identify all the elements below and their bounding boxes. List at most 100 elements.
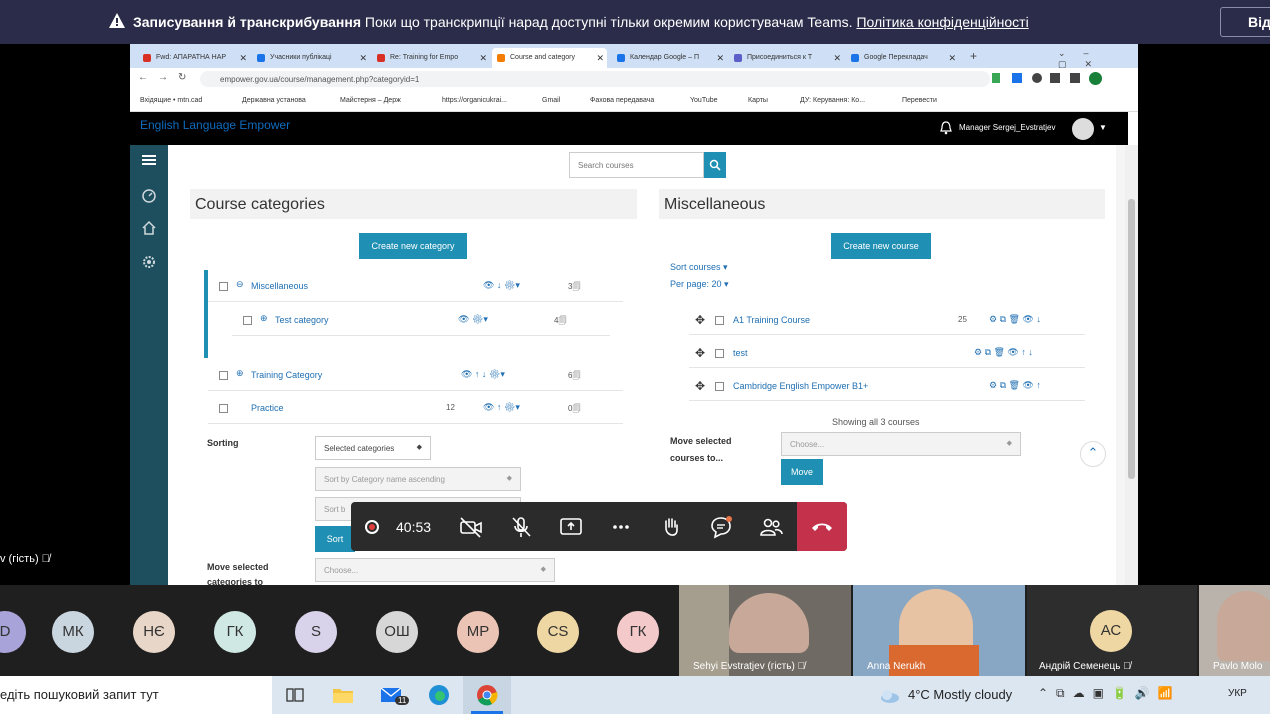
per-page-menu[interactable]: Per page: 20 ▾ bbox=[670, 279, 729, 290]
sorting-select[interactable]: Selected categories ◆ bbox=[315, 436, 431, 460]
course-checkbox[interactable] bbox=[715, 382, 724, 391]
category-checkbox[interactable] bbox=[243, 316, 252, 325]
chrome-taskbar-button[interactable] bbox=[463, 676, 511, 714]
bell-icon[interactable] bbox=[940, 121, 952, 135]
participants-icon[interactable] bbox=[758, 514, 784, 540]
weather-icon[interactable] bbox=[878, 685, 902, 705]
bookmark[interactable]: ДУ: Керування: Ко... bbox=[800, 97, 865, 104]
participant-video[interactable]: Pavlo Molo bbox=[1199, 585, 1270, 676]
browser-tab-active[interactable]: Course and category ✕ bbox=[492, 48, 607, 68]
tab-close-icon[interactable]: ✕ bbox=[239, 53, 247, 64]
scrollbar-thumb[interactable] bbox=[1128, 199, 1135, 479]
move-handle-icon[interactable]: ✥ bbox=[695, 313, 705, 327]
category-link[interactable]: Miscellaneous bbox=[251, 281, 308, 291]
avatar[interactable] bbox=[1072, 118, 1094, 140]
window-controls-icon[interactable]: ⌄–▢✕ bbox=[1058, 48, 1138, 70]
category-row[interactable]: Practice 12 👁 ↑ ⚙▾ 0🗐 bbox=[208, 392, 623, 424]
participant-video[interactable]: Sehyi Evstratjev (гість) 🎙̸ bbox=[679, 585, 851, 676]
participant-avatar[interactable]: D bbox=[0, 611, 26, 653]
hamburger-icon[interactable] bbox=[142, 155, 156, 165]
participant-avatar[interactable]: S bbox=[295, 611, 337, 653]
bookmark[interactable]: Державна установа bbox=[242, 97, 306, 104]
tab-close-icon[interactable]: ✕ bbox=[596, 53, 604, 64]
category-row[interactable]: ⊕ Test category 👁 ⚙▾ 4🗐 bbox=[232, 304, 610, 336]
mic-off-icon[interactable] bbox=[508, 514, 534, 540]
browser-tab[interactable]: Re: Training for Empo ✕ bbox=[372, 48, 490, 68]
course-actions-icon[interactable]: ⚙ ⧉ 🗑 👁 ↑ ↓ bbox=[974, 347, 1033, 358]
participant-video[interactable]: Anna Nerukh bbox=[853, 585, 1025, 676]
weather-text[interactable]: 4°C Mostly cloudy bbox=[908, 687, 1012, 702]
course-link[interactable]: test bbox=[733, 348, 748, 358]
row-actions-icon[interactable]: 👁 ↑ ⚙▾ bbox=[483, 402, 520, 413]
tab-close-icon[interactable]: ✕ bbox=[716, 53, 724, 64]
home-icon[interactable] bbox=[141, 220, 157, 236]
search-button[interactable] bbox=[704, 152, 726, 178]
participant-avatar[interactable]: ОШ bbox=[376, 611, 418, 653]
participant-tile[interactable]: АС Андрій Семенець 🎙̸ bbox=[1027, 585, 1197, 676]
move-handle-icon[interactable]: ✥ bbox=[695, 379, 705, 393]
browser-tab[interactable]: Fwd: АПАРАТНА НАР ✕ bbox=[138, 48, 250, 68]
tab-close-icon[interactable]: ✕ bbox=[479, 53, 487, 64]
participant-avatar[interactable]: НЄ bbox=[133, 611, 175, 653]
row-actions-icon[interactable]: 👁 ↑ ↓ ⚙▾ bbox=[461, 369, 505, 380]
course-search-input[interactable]: Search courses bbox=[569, 152, 704, 178]
bookmark[interactable]: https://organicukrai... bbox=[442, 97, 507, 104]
category-checkbox[interactable] bbox=[219, 371, 228, 380]
leave-call-button[interactable] bbox=[797, 502, 847, 551]
create-course-button[interactable]: Create new course bbox=[831, 233, 931, 259]
dismiss-button[interactable]: Від bbox=[1220, 7, 1270, 37]
tab-close-icon[interactable]: ✕ bbox=[948, 53, 956, 64]
new-tab-icon[interactable]: + bbox=[970, 49, 977, 63]
move-categories-select[interactable]: Choose... ◆ bbox=[315, 558, 555, 582]
dashboard-icon[interactable] bbox=[141, 187, 157, 203]
course-checkbox[interactable] bbox=[715, 316, 724, 325]
category-row[interactable]: ⊕ Training Category 👁 ↑ ↓ ⚙▾ 6🗐 bbox=[208, 359, 623, 391]
bookmark[interactable]: YouTube bbox=[690, 97, 718, 104]
raise-hand-icon[interactable] bbox=[658, 514, 684, 540]
bookmark[interactable]: Карты bbox=[748, 97, 768, 104]
url-input[interactable]: empower.gov.ua/course/management.php?cat… bbox=[200, 71, 990, 87]
move-courses-select[interactable]: Choose... ◆ bbox=[781, 432, 1021, 456]
file-explorer-icon[interactable] bbox=[330, 682, 356, 708]
expand-icon[interactable]: ⊕ bbox=[260, 313, 268, 324]
participant-avatar[interactable]: CS bbox=[537, 611, 579, 653]
row-actions-icon[interactable]: 👁 ⚙▾ bbox=[458, 314, 488, 325]
create-category-button[interactable]: Create new category bbox=[359, 233, 467, 259]
bookmark[interactable]: Фахова передавача bbox=[590, 97, 654, 104]
sort-by-select[interactable]: Sort by Category name ascending ◆ bbox=[315, 467, 521, 491]
browser-tab[interactable]: Учасники публікаці ✕ bbox=[252, 48, 370, 68]
chat-icon[interactable] bbox=[708, 514, 734, 540]
nav-buttons-icon[interactable]: ←→↻ bbox=[138, 72, 196, 83]
course-row[interactable]: ✥ A1 Training Course 25 ⚙ ⧉ 🗑 👁 ↓ bbox=[689, 303, 1085, 335]
page-scrollbar[interactable] bbox=[1125, 145, 1138, 585]
participant-avatar[interactable]: МР bbox=[457, 611, 499, 653]
category-checkbox[interactable] bbox=[219, 282, 228, 291]
bookmark[interactable]: Gmail bbox=[542, 97, 560, 104]
course-actions-icon[interactable]: ⚙ ⧉ 🗑 👁 ↓ bbox=[989, 314, 1041, 325]
privacy-link[interactable]: Політика конфіденційності bbox=[856, 14, 1028, 30]
course-checkbox[interactable] bbox=[715, 349, 724, 358]
user-menu[interactable]: Manager Sergej_Evstratjev bbox=[959, 123, 1056, 132]
participant-avatar[interactable]: ГК bbox=[214, 611, 256, 653]
browser-tab[interactable]: Присоединиться к Т ✕ bbox=[729, 48, 844, 68]
category-link[interactable]: Training Category bbox=[251, 370, 322, 380]
extensions-icon[interactable] bbox=[992, 72, 1112, 85]
course-actions-icon[interactable]: ⚙ ⧉ 🗑 👁 ↑ bbox=[989, 380, 1041, 391]
gear-icon[interactable] bbox=[141, 254, 157, 270]
bookmark[interactable]: Майстерня – Держ bbox=[340, 97, 401, 104]
browser-tab[interactable]: Календар Google – П ✕ bbox=[612, 48, 727, 68]
sort-courses-menu[interactable]: Sort courses ▾ bbox=[670, 262, 728, 273]
move-button[interactable]: Move bbox=[781, 459, 823, 485]
bookmark[interactable]: Вхідящие • mtn.cad bbox=[140, 97, 202, 104]
tab-close-icon[interactable]: ✕ bbox=[833, 53, 841, 64]
collapse-icon[interactable]: ⊖ bbox=[236, 279, 244, 290]
category-link[interactable]: Practice bbox=[251, 403, 284, 413]
bookmark[interactable]: Перевести bbox=[902, 97, 937, 104]
taskbar-search-input[interactable]: едіть пошуковий запит тут bbox=[0, 676, 272, 714]
chevron-down-icon[interactable]: ▼ bbox=[1099, 123, 1107, 132]
task-view-icon[interactable] bbox=[282, 682, 308, 708]
category-checkbox[interactable] bbox=[219, 404, 228, 413]
language-indicator[interactable]: УКР bbox=[1228, 688, 1247, 699]
edge-icon[interactable] bbox=[426, 682, 452, 708]
browser-tab[interactable]: Google Перекладач ✕ bbox=[846, 48, 959, 68]
